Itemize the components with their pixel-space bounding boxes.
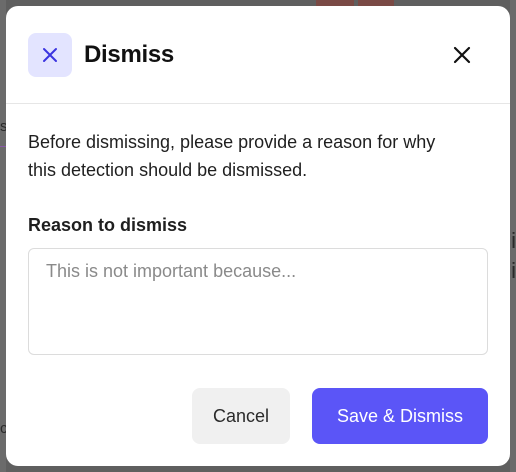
dialog-description: Before dismissing, please provide a reas… [28, 132, 436, 180]
dialog-body: Before dismissing, please provide a reas… [6, 104, 510, 355]
background-text: i [511, 228, 516, 253]
background-text: i [511, 258, 516, 283]
reason-label: Reason to dismiss [28, 215, 188, 235]
close-icon [453, 46, 471, 64]
save-dismiss-button[interactable]: Save & Dismiss [312, 388, 488, 444]
close-button[interactable] [446, 39, 478, 71]
x-icon [28, 33, 72, 77]
dialog-footer: Cancel Save & Dismiss [192, 388, 488, 444]
dialog-title: Dismiss [84, 41, 174, 68]
dialog-header: Dismiss [6, 6, 510, 104]
dismiss-dialog: Dismiss Before dismissing, please provid… [6, 6, 510, 466]
cancel-button[interactable]: Cancel [192, 388, 290, 444]
reason-input[interactable] [28, 248, 488, 355]
